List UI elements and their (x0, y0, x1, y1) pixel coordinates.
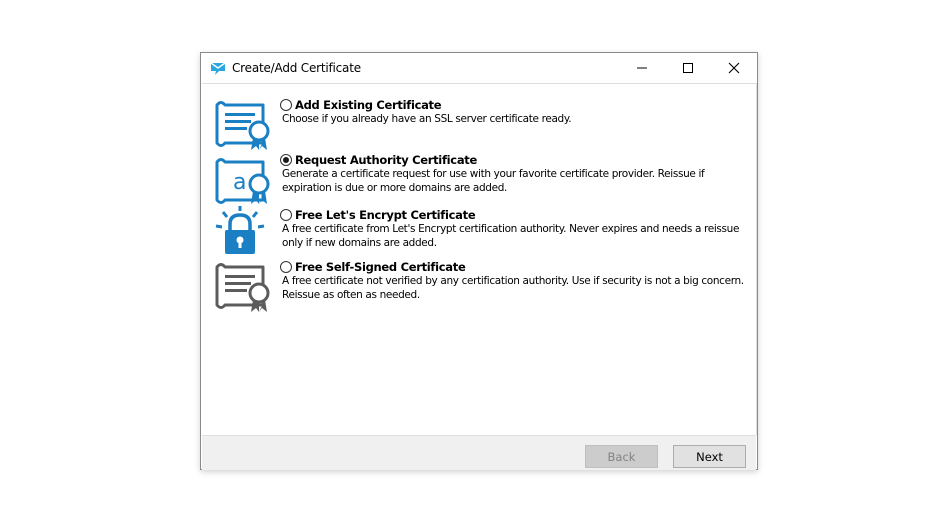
back-button[interactable]: Back (585, 445, 658, 468)
maximize-button[interactable] (665, 53, 711, 83)
button-bar: Back Next (202, 435, 756, 470)
svg-text:a: a (233, 170, 246, 195)
option-description: Choose if you already have an SSL server… (282, 113, 572, 125)
option-description: Generate a certificate request for use w… (282, 168, 705, 194)
option-add-existing[interactable]: Add Existing Certificate Choose if you a… (202, 97, 756, 152)
minimize-button[interactable] (619, 53, 665, 83)
envelope-logo-icon (210, 62, 226, 75)
option-header[interactable]: Free Let's Encrypt Certificate (280, 207, 476, 223)
option-header[interactable]: Add Existing Certificate (280, 97, 442, 113)
option-request-authority[interactable]: a Request Authority Certificate Generate… (202, 152, 756, 207)
radio-self-signed[interactable] (280, 261, 292, 273)
radio-lets-encrypt[interactable] (280, 209, 292, 221)
title-bar[interactable]: Create/Add Certificate (201, 53, 757, 83)
option-title: Free Self-Signed Certificate (295, 260, 466, 274)
option-title: Add Existing Certificate (295, 98, 442, 112)
certificate-request-icon: a (215, 158, 270, 204)
option-description: A free certificate not verified by any c… (282, 275, 744, 301)
padlock-icon (215, 206, 265, 254)
minimize-icon (637, 67, 647, 69)
option-lets-encrypt[interactable]: Free Let's Encrypt Certificate A free ce… (202, 206, 756, 259)
option-self-signed[interactable]: Free Self-Signed Certificate A free cert… (202, 259, 756, 314)
option-title: Request Authority Certificate (295, 153, 477, 167)
option-header[interactable]: Request Authority Certificate (280, 152, 477, 168)
certificate-icon (215, 101, 270, 150)
option-header[interactable]: Free Self-Signed Certificate (280, 259, 466, 275)
next-button[interactable]: Next (673, 445, 746, 468)
close-icon (728, 62, 740, 74)
dialog-window: Create/Add Certificate Add Existing Cert… (200, 52, 758, 470)
radio-request-authority[interactable] (280, 154, 292, 166)
close-button[interactable] (711, 53, 757, 83)
option-description: A free certificate from Let's Encrypt ce… (282, 223, 740, 249)
options-panel: Add Existing Certificate Choose if you a… (202, 83, 757, 435)
maximize-icon (683, 63, 693, 73)
self-signed-certificate-icon (215, 263, 270, 312)
option-title: Free Let's Encrypt Certificate (295, 208, 476, 222)
radio-add-existing[interactable] (280, 99, 292, 111)
window-title: Create/Add Certificate (232, 61, 361, 75)
